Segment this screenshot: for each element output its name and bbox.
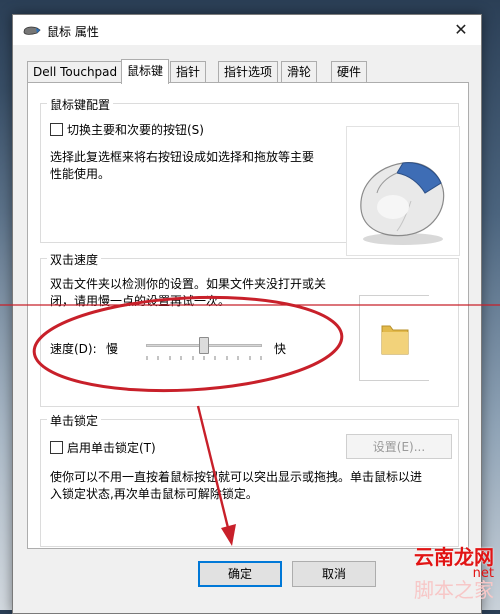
folder-icon[interactable] bbox=[360, 296, 428, 380]
description-line: 双击文件夹以检测你的设置。如果文件夹没打开或关 bbox=[50, 277, 327, 291]
tab-hardware[interactable]: 硬件 bbox=[331, 61, 368, 83]
click-lock-checkbox[interactable] bbox=[50, 441, 63, 454]
watermark: 云南龙网 net 脚本之家 bbox=[414, 547, 494, 600]
mouse-icon bbox=[23, 26, 41, 35]
tab-dell-touchpad[interactable]: Dell Touchpad bbox=[27, 61, 124, 83]
double-click-speed-thumb[interactable] bbox=[199, 337, 209, 354]
click-lock-description: 使你可以不用一直按着鼠标按钮就可以突出显示或拖拽。单击鼠标以进 入锁定状态,再次… bbox=[50, 469, 422, 503]
watermark-line-3: 脚本之家 bbox=[414, 578, 494, 602]
speed-label: 速度(D): bbox=[50, 342, 97, 356]
button-config-title: 鼠标键配置 bbox=[47, 96, 114, 113]
slider-ticks bbox=[146, 356, 262, 360]
description-line: 选择此复选框来将右按钮设成如选择和拖放等主要 bbox=[50, 150, 315, 164]
click-lock-label: 启用单击锁定(T) bbox=[67, 441, 156, 455]
click-lock-settings-button[interactable]: 设置(E)... bbox=[346, 434, 452, 459]
click-lock-checkbox-row[interactable]: 启用单击锁定(T) bbox=[50, 439, 156, 456]
switch-buttons-checkbox-row[interactable]: 切换主要和次要的按钮(S) bbox=[50, 121, 204, 138]
slow-label: 慢 bbox=[106, 342, 119, 356]
description-line: 闭，请用慢一点的设置再试一次。 bbox=[50, 294, 231, 308]
tab-pointer-options[interactable]: 指针选项 bbox=[218, 61, 279, 83]
click-lock-title: 单击锁定 bbox=[47, 412, 102, 429]
mouse-preview bbox=[346, 126, 460, 256]
watermark-line-1: 云南龙网 bbox=[414, 545, 494, 569]
fast-label: 快 bbox=[274, 342, 287, 356]
description-line: 使你可以不用一直按着鼠标按钮就可以突出显示或拖拽。单击鼠标以进 bbox=[50, 470, 423, 484]
mouse-image-icon bbox=[360, 162, 445, 245]
button-config-description: 选择此复选框来将右按钮设成如选择和拖放等主要 性能使用。 bbox=[50, 149, 314, 183]
tab-wheel[interactable]: 滑轮 bbox=[281, 61, 318, 83]
tab-buttons[interactable]: 鼠标键 bbox=[121, 59, 170, 84]
folder-test-area[interactable] bbox=[359, 295, 429, 381]
double-click-description: 双击文件夹以检测你的设置。如果文件夹没打开或关 闭，请用慢一点的设置再试一次。 bbox=[50, 276, 326, 310]
description-line: 性能使用。 bbox=[50, 167, 111, 181]
window-title: 鼠标 属性 bbox=[47, 25, 99, 39]
tab-pointers[interactable]: 指针 bbox=[170, 61, 207, 83]
description-line: 入锁定状态,再次单击鼠标可解除锁定。 bbox=[50, 487, 258, 501]
cancel-button[interactable]: 取消 bbox=[292, 561, 376, 587]
ok-button[interactable]: 确定 bbox=[198, 561, 282, 587]
switch-buttons-label: 切换主要和次要的按钮(S) bbox=[67, 123, 204, 137]
title-bar: 鼠标 属性 ✕ bbox=[13, 15, 481, 45]
double-click-title: 双击速度 bbox=[47, 251, 102, 268]
close-button[interactable]: ✕ bbox=[441, 15, 481, 45]
switch-buttons-checkbox[interactable] bbox=[50, 123, 63, 136]
